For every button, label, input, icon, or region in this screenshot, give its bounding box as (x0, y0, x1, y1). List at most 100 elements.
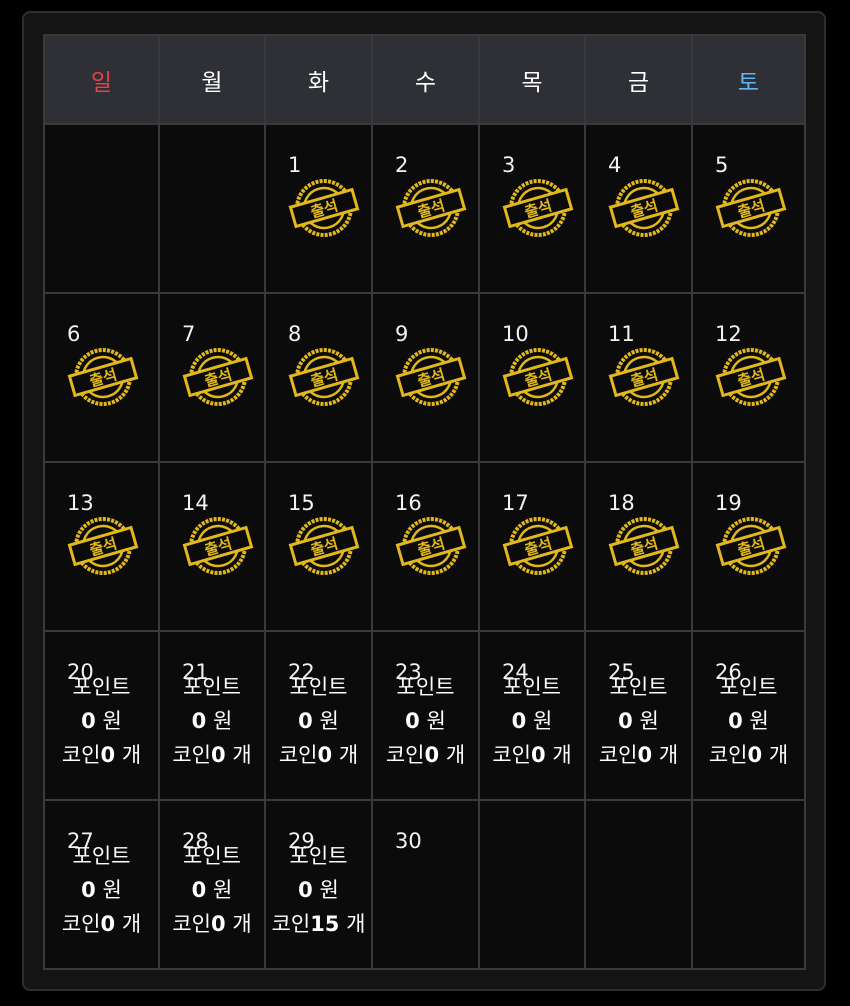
calendar-day-cell[interactable]: 5 출석 (691, 123, 806, 294)
reward-points-value: 0 (81, 878, 96, 902)
calendar-week-row: 13 출석 14 출석 15 출석 16 출석 17 출석 18 출석 19 출석 (43, 461, 806, 632)
day-number: 17 (502, 491, 529, 515)
reward-coins-unit: 개 (121, 912, 142, 936)
attendance-stamp-icon: 출석 (502, 517, 574, 575)
reward-coins-label: 코인 (385, 743, 425, 767)
reward-coins-unit: 개 (346, 912, 366, 936)
day-number: 13 (67, 491, 94, 515)
calendar-day-cell[interactable]: 25 포인트 0 원 코인0 개 (584, 630, 693, 801)
reward-points-unit: 원 (319, 878, 339, 902)
calendar-day-cell[interactable]: 4 출석 (584, 123, 693, 294)
calendar-day-cell[interactable]: 19 출석 (691, 461, 806, 632)
calendar-day-cell[interactable]: 9 출석 (371, 292, 480, 463)
daily-reward: 포인트 0 원 코인0 개 (45, 670, 158, 772)
attendance-stamp-icon: 출석 (288, 179, 360, 237)
calendar-day-cell[interactable]: 26 포인트 0 원 코인0 개 (691, 630, 806, 801)
reward-coins-unit: 개 (232, 743, 252, 767)
reward-coins-unit: 개 (768, 743, 789, 767)
reward-coins-label: 코인 (172, 912, 211, 936)
calendar-day-cell[interactable]: 14 출석 (158, 461, 266, 632)
reward-points-line: 0 원 (693, 704, 804, 738)
reward-coins-label: 코인 (271, 912, 311, 936)
attendance-stamp-icon: 출석 (608, 348, 680, 406)
reward-coins-unit: 개 (445, 743, 466, 767)
calendar-day-cell[interactable]: 2 출석 (371, 123, 480, 294)
daily-reward: 포인트 0 원 코인15 개 (266, 839, 371, 941)
daily-reward: 포인트 0 원 코인0 개 (266, 670, 371, 772)
day-number: 10 (502, 322, 529, 346)
reward-points-unit: 원 (102, 709, 122, 733)
reward-points-line: 0 원 (160, 704, 264, 738)
attendance-stamp-icon: 출석 (182, 517, 254, 575)
reward-points-value: 0 (191, 878, 207, 902)
calendar-day-cell[interactable]: 1 출석 (264, 123, 373, 294)
calendar-day-cell[interactable]: 6 출석 (43, 292, 160, 463)
weekday-thu: 목 (478, 34, 586, 125)
weekday-sun: 일 (43, 34, 160, 125)
calendar-day-cell[interactable]: 7 출석 (158, 292, 266, 463)
attendance-stamp-icon: 출석 (288, 517, 360, 575)
daily-reward: 포인트 0 원 코인0 개 (693, 670, 804, 772)
calendar-empty-cell (584, 799, 693, 970)
calendar-day-cell[interactable]: 21 포인트 0 원 코인0 개 (158, 630, 266, 801)
calendar-day-cell[interactable]: 10 출석 (478, 292, 586, 463)
reward-coins-line: 코인0 개 (160, 738, 264, 772)
reward-points-line: 0 원 (373, 704, 478, 738)
day-number: 9 (395, 322, 409, 346)
attendance-stamp-icon: 출석 (395, 517, 467, 575)
calendar-week-row: 20 포인트 0 원 코인0 개 21 포인트 0 원 코인0 개 22 포인트 0 원 코인0 개2… (43, 630, 806, 801)
calendar-day-cell[interactable]: 8 출석 (264, 292, 373, 463)
attendance-calendar: 일 월 화 수 목 금 토 1 출석 2 출석 3 출석 4 출석 5 출석 6 출석 7 출석 8 출석 9 출… (43, 34, 806, 970)
calendar-day-cell[interactable]: 15 출석 (264, 461, 373, 632)
attendance-stamp-icon: 출석 (395, 348, 467, 406)
reward-coins-value: 0 (100, 743, 116, 767)
calendar-day-cell[interactable]: 16 출석 (371, 461, 480, 632)
reward-coins-line: 코인0 개 (693, 738, 804, 772)
calendar-day-cell[interactable]: 27 포인트 0 원 코인0 개 (43, 799, 160, 970)
day-number: 5 (715, 153, 729, 177)
day-number: 8 (288, 322, 302, 346)
day-number: 2 (395, 153, 409, 177)
calendar-day-cell[interactable]: 22 포인트 0 원 코인0 개 (264, 630, 373, 801)
reward-coins-label: 코인 (598, 743, 638, 767)
day-number: 30 (395, 829, 422, 853)
calendar-day-cell[interactable]: 23 포인트 0 원 코인0 개 (371, 630, 480, 801)
reward-points-line: 0 원 (266, 704, 371, 738)
day-number: 3 (502, 153, 516, 177)
calendar-day-cell[interactable]: 17 출석 (478, 461, 586, 632)
reward-points-value: 0 (728, 709, 743, 733)
calendar-day-cell[interactable]: 12 출석 (691, 292, 806, 463)
calendar-day-cell[interactable]: 3 출석 (478, 123, 586, 294)
reward-points-line: 0 원 (45, 704, 158, 738)
daily-reward: 포인트 0 원 코인0 개 (586, 670, 691, 772)
reward-coins-label: 코인 (278, 743, 318, 767)
day-number: 16 (395, 491, 422, 515)
reward-coins-unit: 개 (658, 743, 679, 767)
calendar-day-cell[interactable]: 11 출석 (584, 292, 693, 463)
reward-points-label: 포인트 (396, 675, 455, 699)
reward-points-label: 포인트 (289, 675, 348, 699)
calendar-day-cell[interactable]: 29 포인트 0 원 코인15 개 (264, 799, 373, 970)
reward-coins-unit: 개 (232, 912, 252, 936)
calendar-day-cell[interactable]: 20 포인트 0 원 코인0 개 (43, 630, 160, 801)
reward-coins-unit: 개 (121, 743, 142, 767)
day-number: 6 (67, 322, 81, 346)
reward-coins-value: 0 (747, 743, 763, 767)
reward-points-unit: 원 (319, 709, 339, 733)
attendance-stamp-icon: 출석 (395, 179, 467, 237)
reward-points-label: 포인트 (503, 675, 561, 699)
attendance-stamp-icon: 출석 (608, 517, 680, 575)
calendar-day-cell[interactable]: 13 출석 (43, 461, 160, 632)
calendar-day-cell[interactable]: 30 (371, 799, 480, 970)
calendar-day-cell[interactable]: 18 출석 (584, 461, 693, 632)
day-number: 12 (715, 322, 742, 346)
calendar-day-cell[interactable]: 24 포인트 0 원 코인0 개 (478, 630, 586, 801)
reward-points-label: 포인트 (183, 844, 241, 868)
day-number: 1 (288, 153, 302, 177)
calendar-day-cell[interactable]: 28 포인트 0 원 코인0 개 (158, 799, 266, 970)
attendance-stamp-icon: 출석 (182, 348, 254, 406)
reward-coins-value: 0 (211, 743, 226, 767)
daily-reward: 포인트 0 원 코인0 개 (160, 839, 264, 941)
reward-coins-value: 0 (637, 743, 653, 767)
attendance-stamp-icon: 출석 (715, 179, 787, 237)
